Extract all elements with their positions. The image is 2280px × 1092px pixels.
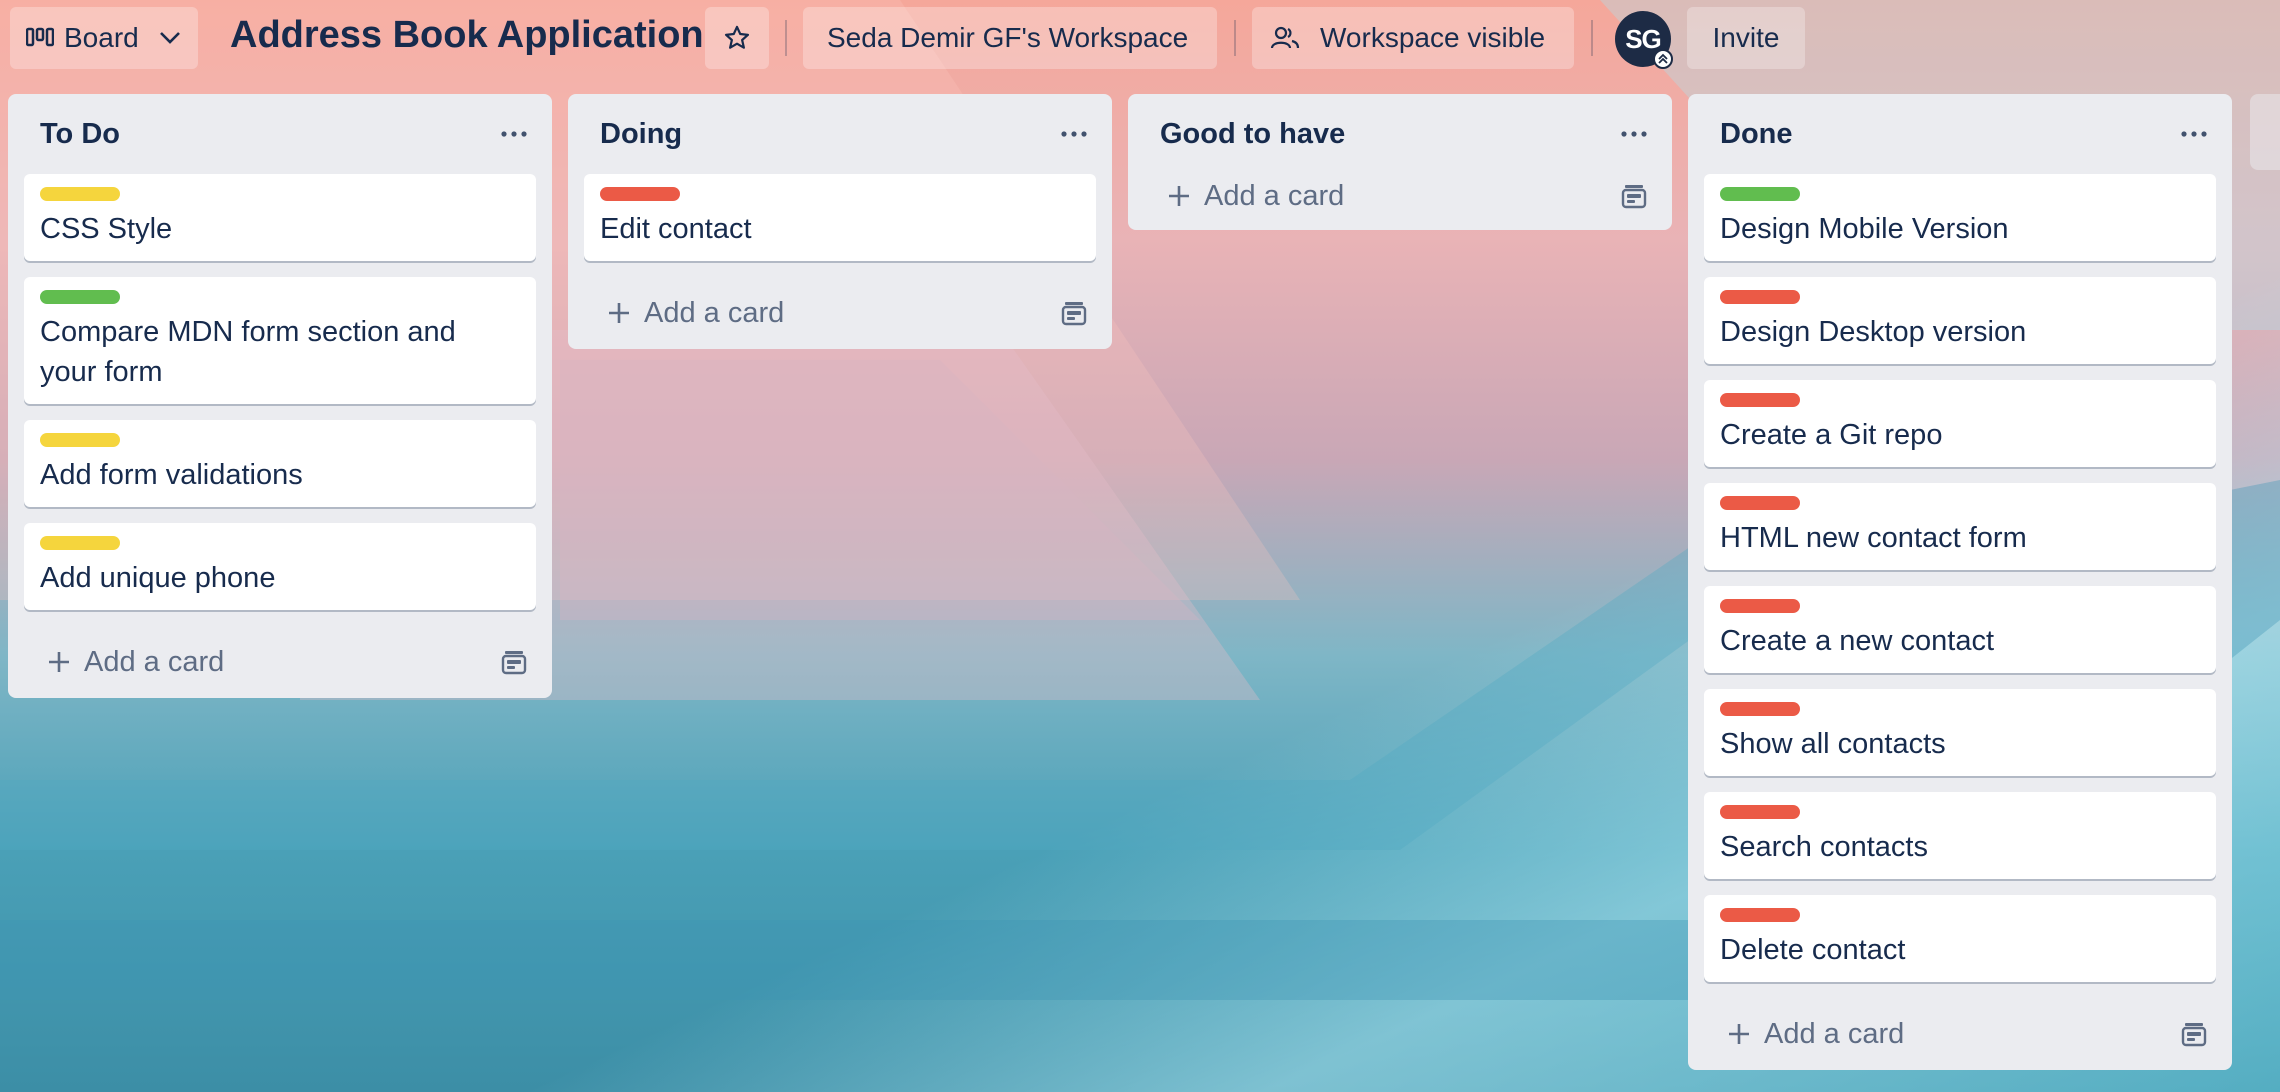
add-card-button[interactable]: Add a card — [1726, 1018, 1904, 1051]
invite-label: Invite — [1712, 22, 1780, 53]
create-from-template-icon[interactable] — [2180, 1020, 2208, 1048]
visibility-label: Workspace visible — [1320, 22, 1546, 53]
chevron-down-icon — [159, 31, 181, 45]
avatar[interactable]: SG — [1615, 11, 1673, 69]
list-title[interactable]: To Do — [40, 118, 120, 151]
add-card-button[interactable]: Add a card — [46, 646, 224, 679]
card-label-yellow[interactable] — [40, 187, 120, 201]
plus-icon — [46, 649, 72, 675]
visibility-button[interactable]: Workspace visible — [1252, 7, 1574, 69]
header-divider — [1591, 20, 1593, 56]
workspace-label: Seda Demir GF's Workspace — [827, 22, 1189, 53]
card-title: CSS Style — [40, 213, 173, 245]
card-title: Add form validations — [40, 459, 303, 491]
list-to-do: To Do CSS Style Compare MDN form section a… — [8, 94, 552, 698]
card[interactable]: Compare MDN form section and your form — [24, 277, 536, 404]
card-label-red[interactable] — [1720, 290, 1800, 304]
card-label-red[interactable] — [1720, 702, 1800, 716]
card-title: HTML new contact form — [1720, 522, 2027, 554]
card-label-yellow[interactable] — [40, 433, 120, 447]
card-title: Search contacts — [1720, 831, 1928, 863]
plus-icon — [606, 300, 632, 326]
people-icon — [1270, 25, 1300, 51]
header-divider — [1234, 20, 1236, 56]
card-title: Show all contacts — [1720, 728, 1946, 760]
card-label-yellow[interactable] — [40, 536, 120, 550]
card-title: Design Desktop version — [1720, 316, 2027, 348]
board-title[interactable]: Address Book Application — [230, 14, 704, 57]
add-card-button[interactable]: Add a card — [1166, 180, 1344, 213]
add-card-label: Add a card — [84, 645, 225, 678]
workspace-button[interactable]: Seda Demir GF's Workspace — [803, 7, 1217, 69]
list-done: Done Design Mobile Version Design Desktop … — [1688, 94, 2232, 1070]
list-good-to-have: Good to have Add a card — [1128, 94, 1672, 230]
create-from-template-icon[interactable] — [500, 648, 528, 676]
board-icon — [26, 27, 54, 49]
card-label-green[interactable] — [1720, 187, 1800, 201]
admin-chevron-icon — [1653, 49, 1673, 69]
next-list-peek — [2250, 94, 2280, 170]
card[interactable]: Design Desktop version — [1704, 277, 2216, 364]
card[interactable]: Add unique phone — [24, 523, 536, 610]
add-card-row: Add a card — [1144, 162, 1656, 230]
invite-button[interactable]: Invite — [1687, 7, 1805, 69]
card[interactable]: Show all contacts — [1704, 689, 2216, 776]
list-header: Done — [1704, 94, 2216, 174]
card-label-red[interactable] — [1720, 496, 1800, 510]
list-header: Doing — [584, 94, 1096, 174]
add-card-button[interactable]: Add a card — [606, 297, 784, 330]
list-title[interactable]: Done — [1720, 118, 1793, 151]
add-card-label: Add a card — [1764, 1017, 1905, 1050]
card-title: Add unique phone — [40, 562, 276, 594]
add-card-row: Add a card — [584, 277, 1096, 349]
plus-icon — [1726, 1021, 1752, 1047]
card[interactable]: HTML new contact form — [1704, 483, 2216, 570]
avatar-initials: SG — [1625, 23, 1662, 54]
card-title: Edit contact — [600, 213, 752, 245]
board-view-button[interactable]: Board — [10, 7, 198, 69]
card-label-red[interactable] — [1720, 599, 1800, 613]
add-card-row: Add a card — [24, 626, 536, 698]
star-icon — [723, 24, 751, 52]
card-label-red[interactable] — [1720, 393, 1800, 407]
list-doing: Doing Edit contact Add a card — [568, 94, 1112, 349]
card[interactable]: Add form validations — [24, 420, 536, 507]
header-divider — [785, 20, 787, 56]
more-options-icon[interactable] — [1052, 112, 1096, 156]
more-options-icon[interactable] — [1612, 112, 1656, 156]
list-title[interactable]: Doing — [600, 118, 682, 151]
card-title: Create a Git repo — [1720, 419, 1943, 451]
card[interactable]: CSS Style — [24, 174, 536, 261]
card[interactable]: Delete contact — [1704, 895, 2216, 982]
card-title: Compare MDN form section and your form — [40, 316, 456, 388]
card[interactable]: Search contacts — [1704, 792, 2216, 879]
list-header: To Do — [24, 94, 536, 174]
card-title: Create a new contact — [1720, 625, 1995, 657]
create-from-template-icon[interactable] — [1060, 299, 1088, 327]
create-from-template-icon[interactable] — [1620, 182, 1648, 210]
more-options-icon[interactable] — [2172, 112, 2216, 156]
list-title[interactable]: Good to have — [1160, 118, 1345, 151]
plus-icon — [1166, 183, 1192, 209]
card-label-red[interactable] — [1720, 805, 1800, 819]
card-label-green[interactable] — [40, 290, 120, 304]
card-title: Delete contact — [1720, 934, 1906, 966]
card[interactable]: Create a new contact — [1704, 586, 2216, 673]
board-view-label: Board — [64, 22, 139, 53]
add-card-label: Add a card — [1204, 179, 1345, 212]
card-title: Design Mobile Version — [1720, 213, 2009, 245]
card[interactable]: Edit contact — [584, 174, 1096, 261]
board-header: Board Address Book Application Seda Demi… — [0, 0, 2280, 76]
card-label-red[interactable] — [600, 187, 680, 201]
card[interactable]: Design Mobile Version — [1704, 174, 2216, 261]
add-card-row: Add a card — [1704, 998, 2216, 1070]
add-card-label: Add a card — [644, 296, 785, 329]
more-options-icon[interactable] — [492, 112, 536, 156]
card[interactable]: Create a Git repo — [1704, 380, 2216, 467]
star-button[interactable] — [705, 7, 769, 69]
card-label-red[interactable] — [1720, 908, 1800, 922]
